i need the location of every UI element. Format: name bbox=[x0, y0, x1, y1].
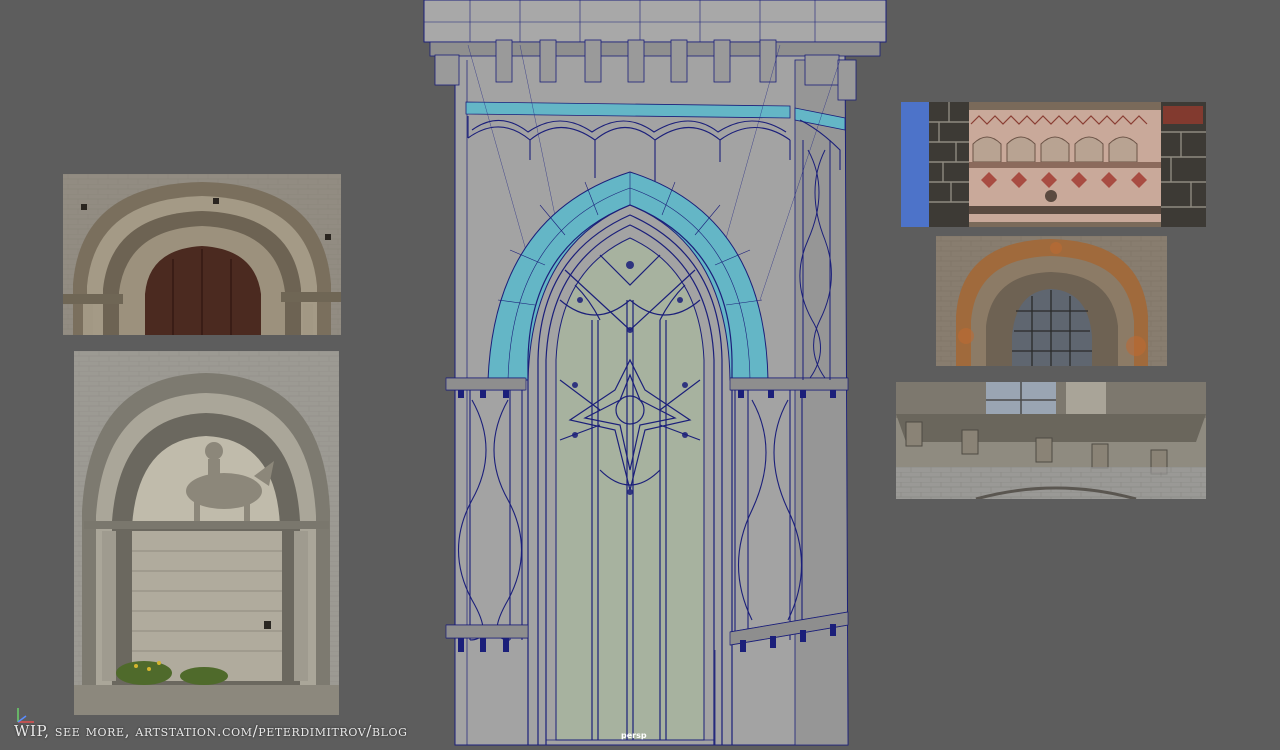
polychrome-tower-arcade-photo bbox=[901, 102, 1206, 227]
watermark-caption: WIP, see more, artstation.com/peterdimit… bbox=[14, 722, 408, 740]
carved-tympanum-horseman-photo bbox=[74, 351, 339, 715]
camera-label: persp bbox=[621, 731, 647, 740]
corbel-cornice-photo bbox=[896, 382, 1206, 499]
romanesque-door-arch-photo bbox=[63, 174, 341, 335]
arched-window-photo bbox=[936, 236, 1167, 366]
maya-viewport[interactable]: persp WIP, see more, artstation.com/pete… bbox=[0, 0, 1280, 750]
